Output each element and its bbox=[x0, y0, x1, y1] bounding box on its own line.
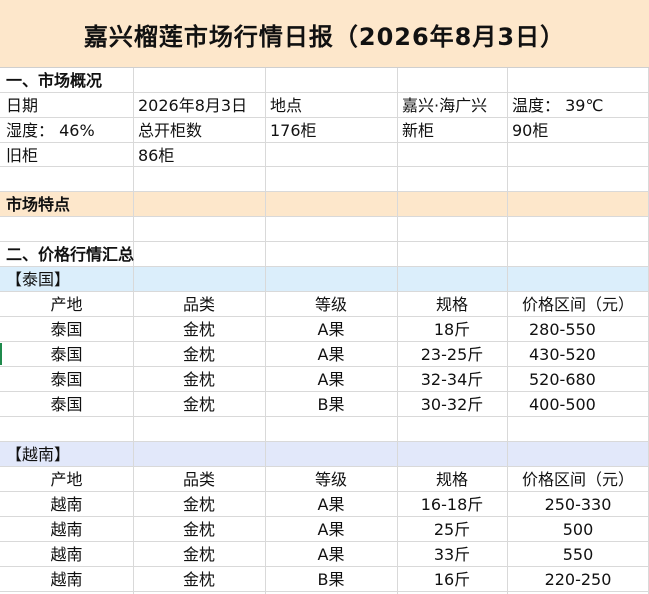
table-cell[interactable]: 越南 bbox=[0, 542, 133, 567]
total-cabinets-value[interactable]: 176柜 bbox=[270, 118, 317, 143]
old-cabinets-label[interactable]: 旧柜 bbox=[6, 143, 38, 168]
table-cell[interactable]: A果 bbox=[265, 517, 397, 542]
place-label[interactable]: 地点 bbox=[270, 93, 302, 118]
place-value[interactable]: 嘉兴·海广兴 bbox=[402, 93, 487, 118]
table-cell[interactable]: 越南 bbox=[0, 567, 133, 592]
features-heading: 市场特点 bbox=[6, 195, 71, 214]
header-grade: 等级 bbox=[314, 470, 347, 489]
table-cell[interactable]: 越南 bbox=[0, 492, 133, 517]
table-cell[interactable]: B果 bbox=[265, 392, 397, 417]
header-origin: 产地 bbox=[50, 295, 83, 314]
table-cell[interactable]: 18斤 bbox=[397, 317, 507, 342]
header-variety: 品类 bbox=[182, 470, 215, 489]
table-cell[interactable]: 金枕 bbox=[133, 567, 265, 592]
header-price: 价格区间（元） bbox=[521, 295, 634, 314]
table-cell[interactable]: 泰国 bbox=[0, 317, 133, 342]
table-cell[interactable]: 250-330 bbox=[507, 492, 649, 517]
header-price: 价格区间（元） bbox=[521, 470, 634, 489]
header-grade: 等级 bbox=[314, 295, 347, 314]
table-cell[interactable]: 金枕 bbox=[133, 517, 265, 542]
table-cell[interactable]: A果 bbox=[265, 342, 397, 367]
thailand-label: 【泰国】 bbox=[6, 270, 71, 289]
table-cell[interactable]: 16斤 bbox=[397, 567, 507, 592]
date-label[interactable]: 日期 bbox=[6, 93, 38, 118]
table-cell[interactable]: 30-32斤 bbox=[397, 392, 507, 417]
table-cell[interactable]: 280-550 bbox=[507, 317, 649, 342]
table-cell[interactable]: 金枕 bbox=[133, 317, 265, 342]
new-cabinets-value[interactable]: 90柜 bbox=[512, 118, 548, 143]
spreadsheet: 嘉兴榴莲市场行情日报（2026年8月3日） 一、市场概况 日期 2026年8月3… bbox=[0, 0, 649, 594]
table-cell[interactable]: A果 bbox=[265, 367, 397, 392]
table-cell[interactable]: 32-34斤 bbox=[397, 367, 507, 392]
table-cell[interactable]: 金枕 bbox=[133, 367, 265, 392]
table-cell[interactable]: B果 bbox=[265, 567, 397, 592]
table-cell[interactable]: A果 bbox=[265, 492, 397, 517]
table-cell[interactable]: 520-680 bbox=[507, 367, 649, 392]
new-cabinets-label[interactable]: 新柜 bbox=[402, 118, 434, 143]
vietnam-label: 【越南】 bbox=[6, 445, 71, 464]
table-cell[interactable]: A果 bbox=[265, 542, 397, 567]
report-title: 嘉兴榴莲市场行情日报（2026年8月3日） bbox=[0, 0, 649, 68]
table-cell[interactable]: 400-500 bbox=[507, 392, 649, 417]
date-value[interactable]: 2026年8月3日 bbox=[138, 93, 247, 118]
humidity[interactable]: 湿度： 46% bbox=[6, 118, 95, 143]
table-cell[interactable]: 16-18斤 bbox=[397, 492, 507, 517]
table-cell[interactable]: 550 bbox=[507, 542, 649, 567]
table-cell[interactable]: 泰国 bbox=[0, 342, 133, 367]
header-variety: 品类 bbox=[182, 295, 215, 314]
header-size: 规格 bbox=[435, 470, 468, 489]
table-cell[interactable]: 23-25斤 bbox=[397, 342, 507, 367]
price-heading: 二、价格行情汇总 bbox=[6, 245, 135, 264]
table-cell[interactable]: 33斤 bbox=[397, 542, 507, 567]
table-cell[interactable]: 500 bbox=[507, 517, 649, 542]
table-cell[interactable]: 金枕 bbox=[133, 542, 265, 567]
table-cell[interactable]: 泰国 bbox=[0, 367, 133, 392]
table-cell[interactable]: 金枕 bbox=[133, 492, 265, 517]
total-cabinets-label[interactable]: 总开柜数 bbox=[138, 118, 202, 143]
table-cell[interactable]: 金枕 bbox=[133, 342, 265, 367]
old-cabinets-value[interactable]: 86柜 bbox=[138, 143, 174, 168]
table-cell[interactable]: A果 bbox=[265, 317, 397, 342]
table-cell[interactable]: 泰国 bbox=[0, 392, 133, 417]
header-origin: 产地 bbox=[50, 470, 83, 489]
table-cell[interactable]: 金枕 bbox=[133, 392, 265, 417]
temperature[interactable]: 温度： 39℃ bbox=[512, 93, 603, 118]
table-cell[interactable]: 430-520 bbox=[507, 342, 649, 367]
table-cell[interactable]: 越南 bbox=[0, 517, 133, 542]
header-size: 规格 bbox=[435, 295, 468, 314]
overview-heading: 一、市场概况 bbox=[6, 71, 103, 90]
table-cell[interactable]: 220-250 bbox=[507, 567, 649, 592]
table-cell[interactable]: 25斤 bbox=[397, 517, 507, 542]
